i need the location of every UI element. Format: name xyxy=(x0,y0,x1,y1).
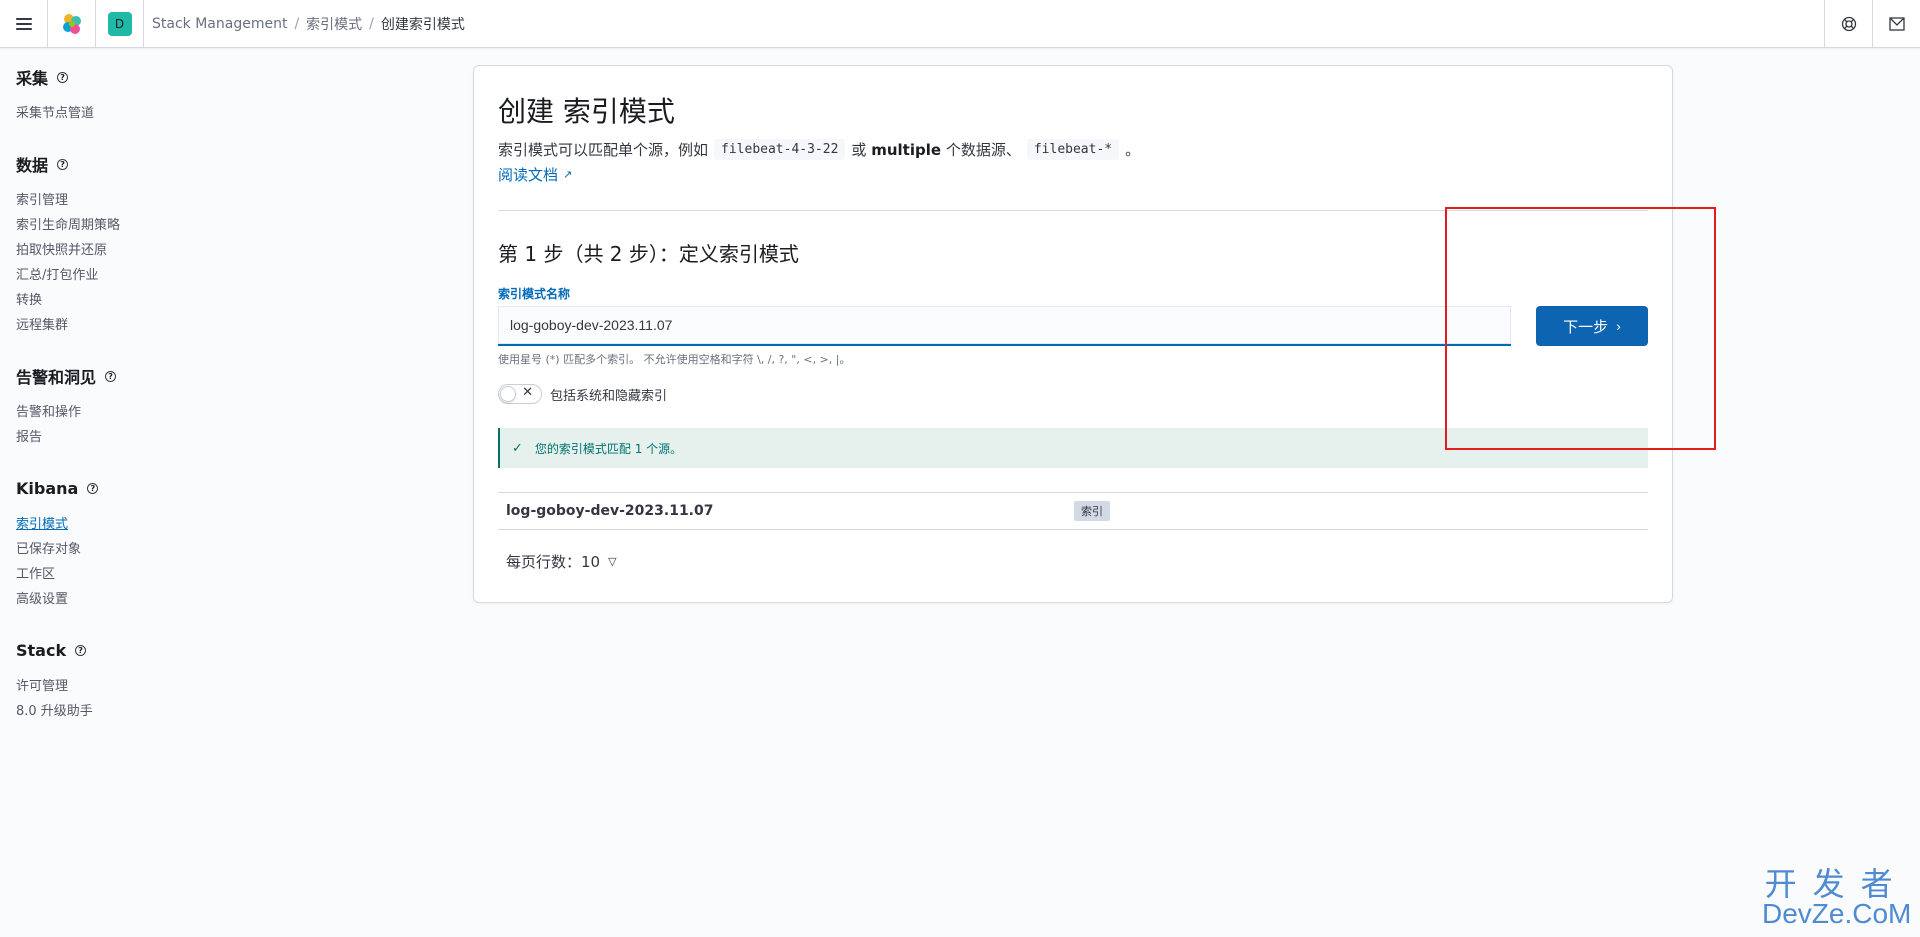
watermark-line1: 开发者 xyxy=(1764,865,1909,903)
chevron-down-icon: ▽ xyxy=(608,555,617,568)
example-multi-code: filebeat-* xyxy=(1026,139,1120,160)
sidebar-item-saved-objects[interactable]: 已保存对象 xyxy=(16,537,240,562)
page-description: 索引模式可以匹配单个源，例如 filebeat-4-3-22 或 multipl… xyxy=(498,139,1140,160)
desc-end: 。 xyxy=(1125,141,1141,159)
desc-sources: 个数据源、 xyxy=(945,141,1021,159)
help-icon[interactable]: ? xyxy=(57,71,69,83)
help-icon[interactable]: ? xyxy=(75,644,87,656)
side-nav: 采集? 采集节点管道 数据? 索引管理 索引生命周期策略 拍取快照并还原 汇总/… xyxy=(0,48,240,751)
mail-icon xyxy=(1888,17,1905,31)
side-section-stack: Stack? 许可管理 8.0 升级助手 xyxy=(16,639,240,724)
elastic-logo[interactable] xyxy=(48,0,96,48)
sidebar-item-index-patterns[interactable]: 索引模式 xyxy=(16,512,240,537)
hamburger-icon xyxy=(15,17,32,30)
index-pattern-input[interactable] xyxy=(498,306,1511,344)
sidebar-item-license-management[interactable]: 许可管理 xyxy=(16,674,240,699)
help-icon[interactable]: ? xyxy=(87,482,99,494)
help-menu-button[interactable] xyxy=(1824,0,1872,48)
breadcrumb-separator: / xyxy=(369,15,374,32)
check-icon: ✓ xyxy=(512,440,523,456)
breadcrumb: Stack Management / 索引模式 / 创建索引模式 xyxy=(152,14,465,34)
table-row: log-goboy-dev-2023.11.07 索引 xyxy=(498,492,1648,530)
sidebar-item-ilm[interactable]: 索引生命周期策略 xyxy=(16,213,240,238)
sidebar-item-reporting[interactable]: 报告 xyxy=(16,425,240,450)
sidebar-item-transforms[interactable]: 转换 xyxy=(16,288,240,313)
index-pattern-help-text: 使用星号 (*) 匹配多个索引。 不允许使用空格和字符 \, /, ?, ", … xyxy=(498,353,851,366)
index-pattern-input-wrap xyxy=(498,306,1511,346)
side-section-ingest: 采集? 采集节点管道 xyxy=(16,66,240,126)
side-section-title: Stack xyxy=(16,640,67,660)
breadcrumb-stack-management[interactable]: Stack Management xyxy=(152,16,287,32)
elastic-logo-icon xyxy=(62,13,81,34)
sidebar-item-advanced-settings[interactable]: 高级设置 xyxy=(16,587,240,612)
include-hidden-label: 包括系统和隐藏索引 xyxy=(550,388,668,404)
match-success-callout: ✓ 您的索引模式匹配 1 个源。 xyxy=(498,428,1648,468)
side-section-alerts: 告警和洞见? 告警和操作 报告 xyxy=(16,365,240,450)
sidebar-item-alerts-actions[interactable]: 告警和操作 xyxy=(16,400,240,425)
watermark-line2: DevZe.CoM xyxy=(1762,898,1912,929)
divider xyxy=(498,210,1648,211)
read-docs-link[interactable]: 阅读文档 ↗ xyxy=(498,164,572,185)
create-index-pattern-panel: 创建 索引模式 索引模式可以匹配单个源，例如 filebeat-4-3-22 或… xyxy=(473,65,1673,603)
side-section-kibana: Kibana? 索引模式 已保存对象 工作区 高级设置 xyxy=(16,477,240,612)
sidebar-item-ingest-pipelines[interactable]: 采集节点管道 xyxy=(16,101,240,126)
lifebuoy-icon xyxy=(1841,16,1856,32)
include-hidden-toggle-row: ✕ 包括系统和隐藏索引 xyxy=(498,384,667,404)
sidebar-item-snapshot-restore[interactable]: 拍取快照并还原 xyxy=(16,238,240,263)
sidebar-item-spaces[interactable]: 工作区 xyxy=(16,562,240,587)
help-icon[interactable]: ? xyxy=(57,158,69,170)
read-docs-label: 阅读文档 xyxy=(498,166,559,184)
side-section-title: 采集 xyxy=(16,69,49,88)
external-link-icon: ↗ xyxy=(563,168,573,181)
matched-sources-table: log-goboy-dev-2023.11.07 索引 xyxy=(498,492,1648,530)
example-single-code: filebeat-4-3-22 xyxy=(714,139,846,160)
index-pattern-name-label: 索引模式名称 xyxy=(498,287,571,301)
breadcrumb-index-patterns[interactable]: 索引模式 xyxy=(306,14,362,34)
page-title: 创建 索引模式 xyxy=(498,95,675,128)
space-selector[interactable]: D xyxy=(96,0,144,48)
chevron-right-icon: › xyxy=(1616,318,1621,334)
watermark: 开发者 DevZe.CoM xyxy=(1762,868,1911,928)
side-section-title: 告警和洞见 xyxy=(16,368,97,387)
space-avatar: D xyxy=(107,11,132,36)
switch-knob xyxy=(500,386,516,402)
menu-toggle-button[interactable] xyxy=(0,0,48,48)
source-type-badge: 索引 xyxy=(1074,501,1110,521)
desc-prefix: 索引模式可以匹配单个源，例如 xyxy=(498,141,709,159)
sidebar-item-upgrade-assistant[interactable]: 8.0 升级助手 xyxy=(16,699,240,724)
side-section-title: Kibana xyxy=(16,478,79,498)
include-hidden-switch[interactable]: ✕ xyxy=(498,384,542,404)
desc-multiple: multiple xyxy=(871,140,942,159)
next-step-button[interactable]: 下一步 › xyxy=(1536,306,1648,346)
side-section-data: 数据? 索引管理 索引生命周期策略 拍取快照并还原 汇总/打包作业 转换 远程集… xyxy=(16,153,240,338)
sidebar-item-index-management[interactable]: 索引管理 xyxy=(16,188,240,213)
newsfeed-button[interactable] xyxy=(1872,0,1920,48)
breadcrumb-separator: / xyxy=(294,15,300,32)
rows-per-page-label: 每页行数：10 xyxy=(506,553,601,571)
sidebar-item-rollup-jobs[interactable]: 汇总/打包作业 xyxy=(16,263,240,288)
help-icon[interactable]: ? xyxy=(105,370,117,382)
next-step-label: 下一步 xyxy=(1563,318,1609,336)
callout-text: 您的索引模式匹配 1 个源。 xyxy=(534,441,683,456)
rows-per-page-selector[interactable]: 每页行数：10 ▽ xyxy=(506,551,617,572)
step-title: 第 1 步（共 2 步）：定义索引模式 xyxy=(498,242,799,266)
breadcrumb-create-index-pattern: 创建索引模式 xyxy=(380,16,465,33)
desc-or: 或 xyxy=(851,141,867,159)
top-header: D Stack Management / 索引模式 / 创建索引模式 xyxy=(0,0,1920,48)
side-section-title: 数据 xyxy=(16,156,49,175)
source-name: log-goboy-dev-2023.11.07 xyxy=(506,503,714,519)
sidebar-item-remote-clusters[interactable]: 远程集群 xyxy=(16,313,240,338)
cross-icon: ✕ xyxy=(522,385,533,400)
